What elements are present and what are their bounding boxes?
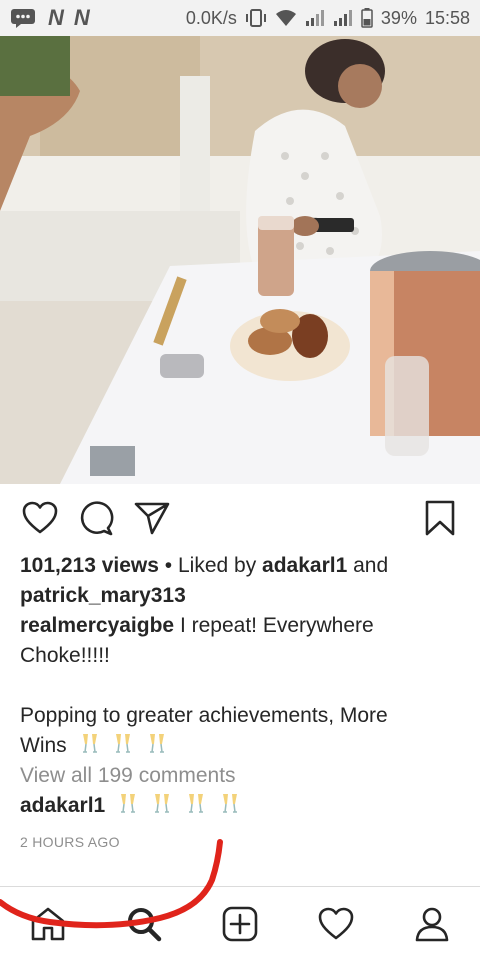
caption-text-4: Wins bbox=[20, 734, 67, 757]
profile-icon[interactable] bbox=[408, 900, 456, 948]
liked-by-and: and bbox=[347, 554, 389, 577]
notification-n-mark: N bbox=[73, 5, 90, 30]
post-time-ago: 2 HOURS AGO bbox=[20, 834, 120, 850]
heart-icon[interactable] bbox=[20, 498, 60, 538]
view-all-comments-link[interactable]: View all 199 comments bbox=[20, 761, 460, 791]
caption-line-2: Choke!!!!! bbox=[20, 644, 110, 667]
signal-icon bbox=[305, 9, 325, 27]
champagne-icon bbox=[154, 794, 169, 813]
champagne-icon bbox=[150, 734, 165, 753]
battery-percent: 39% bbox=[380, 7, 417, 28]
champagne-icon bbox=[116, 734, 131, 753]
caption-line-3: Popping to greater achievements, More bbox=[20, 704, 388, 727]
caption-username[interactable]: realmercyaigbe bbox=[20, 614, 174, 637]
chat-icon bbox=[10, 8, 38, 28]
notification-n-mark: N bbox=[48, 5, 64, 30]
status-left: N N bbox=[10, 5, 90, 31]
likes-line-2: patrick_mary313 bbox=[20, 581, 460, 611]
liked-by-prefix: • Liked by bbox=[158, 554, 263, 577]
clock: 15:58 bbox=[424, 7, 470, 28]
activity-icon[interactable] bbox=[312, 900, 360, 948]
caption-line-1: realmercyaigbe I repeat! Everywhere bbox=[20, 611, 460, 641]
post-photo[interactable] bbox=[0, 36, 480, 484]
caption-text-1: I repeat! Everywhere bbox=[174, 614, 374, 637]
champagne-icon bbox=[222, 794, 237, 813]
bookmark-icon[interactable] bbox=[420, 498, 460, 538]
status-bar: N N 0.0K/s 39% 15:58 bbox=[0, 0, 480, 36]
wifi-icon bbox=[275, 9, 297, 27]
add-post-icon[interactable] bbox=[216, 900, 264, 948]
network-speed: 0.0K/s bbox=[185, 7, 237, 28]
champagne-icon bbox=[188, 794, 203, 813]
search-icon[interactable] bbox=[120, 900, 168, 948]
liked-by-user-2[interactable]: patrick_mary313 bbox=[20, 584, 186, 607]
comment-line: adakarl1 bbox=[20, 791, 460, 821]
caption-line-4: Wins bbox=[20, 731, 460, 761]
champagne-icon bbox=[121, 794, 136, 813]
share-icon[interactable] bbox=[132, 498, 172, 538]
status-right: 0.0K/s 39% 15:58 bbox=[186, 8, 470, 29]
post-actions bbox=[0, 492, 480, 544]
likes-line: 101,213 views • Liked by adakarl1 and bbox=[20, 551, 460, 581]
champagne-icon bbox=[82, 734, 97, 753]
vibrate-icon bbox=[245, 8, 267, 28]
comment-icon[interactable] bbox=[76, 498, 116, 538]
liked-by-user[interactable]: adakarl1 bbox=[262, 554, 347, 577]
comment-username[interactable]: adakarl1 bbox=[20, 794, 105, 817]
battery-icon bbox=[361, 8, 373, 28]
signal-icon bbox=[333, 9, 353, 27]
bottom-nav bbox=[0, 886, 480, 960]
home-icon[interactable] bbox=[24, 900, 72, 948]
views-count[interactable]: 101,213 views bbox=[20, 554, 159, 577]
post-details: 101,213 views • Liked by adakarl1 and pa… bbox=[20, 551, 460, 857]
